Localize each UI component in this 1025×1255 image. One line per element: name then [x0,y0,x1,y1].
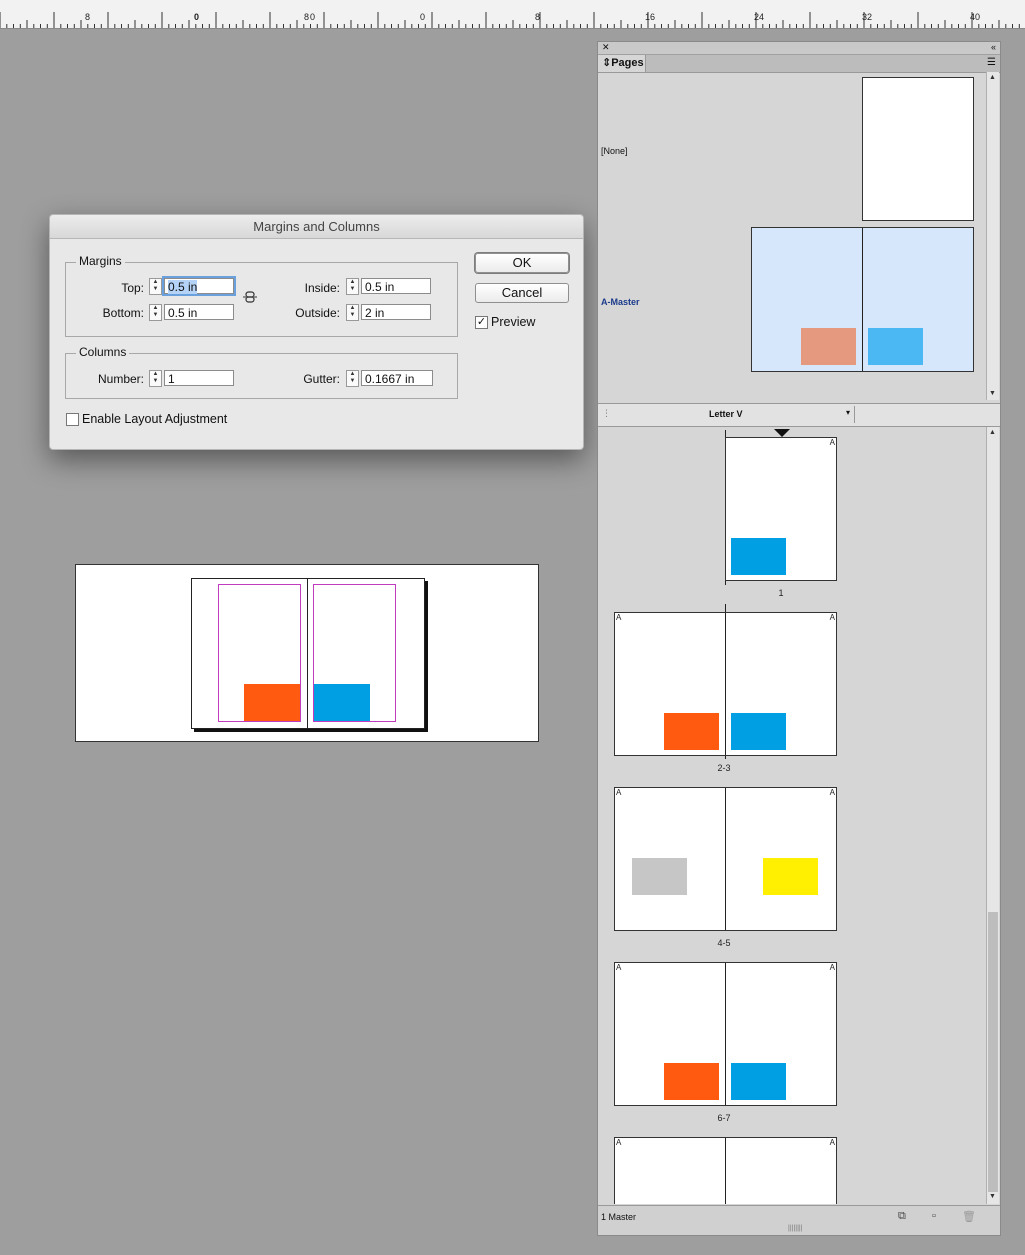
size-divider-bar: ⋮ Letter V ▾ [598,403,1000,427]
master-orange-rectangle [801,328,856,365]
columns-legend: Columns [76,345,130,359]
page-label: 4-5 [717,938,731,948]
page-label: 1 [778,588,784,598]
top-field[interactable]: 0.5 in [162,276,236,296]
gutter-field[interactable]: 0.1667 in [361,370,433,386]
new-page-icon[interactable]: ▫ [932,1210,936,1222]
page-thumbnail-1[interactable]: A [725,437,837,581]
blue-rectangle [731,713,786,750]
outside-label: Outside: [295,306,340,320]
gutter-label: Gutter: [303,372,340,386]
tab-pages[interactable]: ⇕Pages [598,55,646,72]
a-master-thumbnail[interactable] [751,227,974,372]
a-master-label[interactable]: A-Master [601,297,640,307]
orange-rectangle [664,1063,719,1100]
preview-checkbox[interactable]: ✓ [475,316,488,329]
margins-group: Margins [65,254,458,337]
blue-rectangle[interactable] [314,684,370,721]
ruler-label: 8 [85,12,91,22]
page-label: 2-3 [717,763,731,773]
spine-fold [725,963,726,1105]
ruler-label: 8 [535,12,541,22]
margins-columns-dialog: Margins and Columns Margins Top: ▲ ▼ 0.5 … [49,214,584,450]
enable-layout-label: Enable Layout Adjustment [82,412,228,426]
inside-label: Inside: [304,281,340,295]
gray-rectangle [632,858,687,895]
bottom-field[interactable]: 0.5 in [164,304,234,320]
scroll-thumb[interactable] [988,912,998,1192]
top-stepper[interactable]: ▲ ▼ [149,278,162,295]
scroll-down-icon[interactable]: ▼ [989,1193,996,1200]
spine-fold [725,613,726,755]
ruler-label: 0 [194,12,200,22]
close-icon[interactable]: ✕ [602,42,610,53]
blue-rectangle [731,538,786,575]
bottom-label: Bottom: [102,306,144,320]
master-none-label[interactable]: [None] [601,146,628,156]
spread-thumbnail-6-7[interactable]: A A [614,962,837,1106]
orange-rectangle [664,713,719,750]
pages-list[interactable]: A 1 A A 2-3 A A 4-5 A A 6-7 A A [598,426,984,1204]
ruler-label: 40 [970,12,981,22]
top-label: Top: [121,281,144,295]
number-stepper[interactable]: ▲ ▼ [149,370,162,387]
preview-label: Preview [491,315,536,329]
gutter-stepper[interactable]: ▲ ▼ [346,370,359,387]
inside-field[interactable]: 0.5 in [361,278,431,294]
outside-field[interactable]: 2 in [361,304,431,320]
orange-rectangle[interactable] [244,684,300,721]
ruler-label: 0 [310,12,316,22]
outside-stepper[interactable]: ▲ ▼ [346,304,359,321]
ok-button[interactable]: OK [475,253,569,273]
spine-fold [725,1138,726,1204]
spread-start-marker-icon [774,429,790,437]
pages-panel: ✕ « ⇕Pages ☰ [None] A-Master ▲ ▼ ⋮ Lette… [597,41,1001,1236]
document-spread[interactable] [191,578,425,729]
updown-icon: ⇕ [602,57,612,69]
spread-thumbnail-partial[interactable]: A A [614,1137,837,1204]
ruler-label: 0 [420,12,426,22]
bottom-stepper[interactable]: ▲ ▼ [149,304,162,321]
ruler-label: 24 [754,12,765,22]
ruler-label: 16 [645,12,656,22]
resize-grip-icon[interactable]: |||||||| [788,1225,803,1232]
dialog-title: Margins and Columns [50,215,583,239]
spread-thumbnail-2-3[interactable]: A A [614,612,837,756]
scroll-up-icon[interactable]: ▲ [989,429,996,436]
horizontal-ruler[interactable]: 8 0 8 0 0 8 16 24 32 40 [0,0,1025,29]
number-field[interactable]: 1 [164,370,234,386]
scroll-up-icon[interactable]: ▲ [989,74,996,81]
yellow-rectangle [763,858,818,895]
spread-thumbnail-4-5[interactable]: A A [614,787,837,931]
page-label: 6-7 [717,1113,731,1123]
trash-icon[interactable]: 🗑 [962,1210,976,1223]
margins-legend: Margins [76,254,125,268]
panel-footer: 1 Master ⧉ ▫ 🗑 |||||||| [598,1205,1000,1235]
masters-scrollbar[interactable]: ▲ ▼ [986,72,999,400]
master-blue-rectangle [868,328,923,365]
none-master-thumbnail[interactable] [862,77,974,221]
ruler-label: 32 [862,12,873,22]
ruler-label: 8 [304,12,310,22]
spine-fold [862,228,863,371]
panel-title-bar: ✕ « [598,42,1000,55]
panel-tab-row: ⇕Pages ☰ [598,55,1000,73]
inside-stepper[interactable]: ▲ ▼ [346,278,359,295]
pages-scrollbar[interactable]: ▲ ▼ [986,427,999,1204]
enable-layout-checkbox[interactable] [66,413,79,426]
spine-fold [307,579,308,728]
link-chain-icon[interactable] [243,290,257,304]
cancel-button[interactable]: Cancel [475,283,569,303]
page-size-dropdown[interactable]: Letter V ▾ [678,406,855,423]
footer-status: 1 Master [601,1212,637,1222]
panel-menu-icon[interactable]: ☰ [987,57,996,68]
collapse-icon[interactable]: « [991,42,996,52]
number-label: Number: [97,372,144,386]
page-size-icon[interactable]: ⧉ [898,1210,906,1223]
blue-rectangle [731,1063,786,1100]
dropdown-arrow-icon: ▾ [845,408,850,417]
scroll-down-icon[interactable]: ▼ [989,390,996,397]
spine-fold [725,788,726,930]
grip-icon[interactable]: ⋮ [602,408,611,419]
